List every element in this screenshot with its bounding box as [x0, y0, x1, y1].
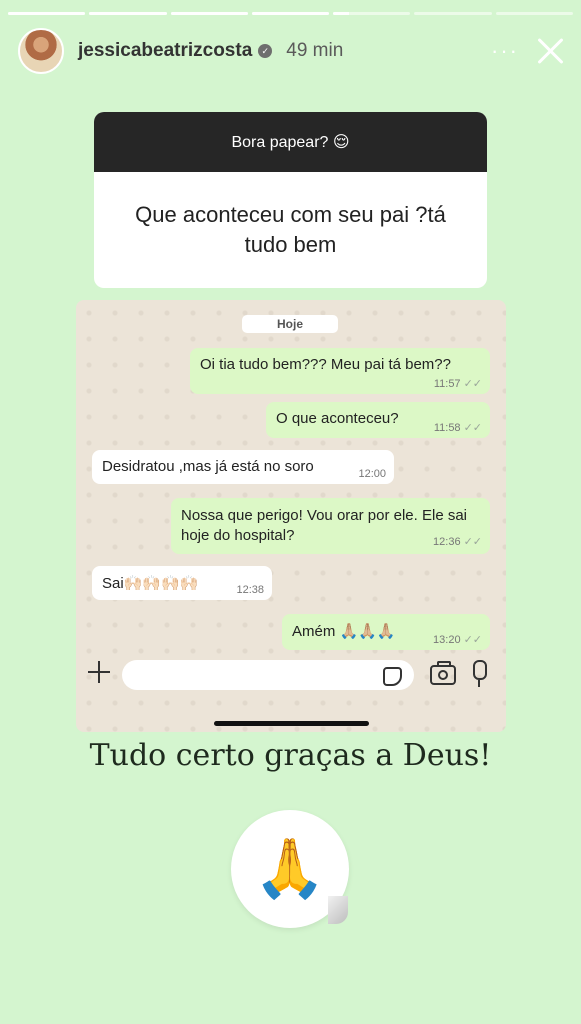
question-sticker: Bora papear? 😌 Que aconteceu com seu pai…: [94, 112, 487, 288]
story-caption: Tudo certo graças a Deus!: [89, 738, 492, 773]
question-text: Que aconteceu com seu pai ?tá tudo bem: [135, 202, 446, 257]
sticker-curl: [328, 896, 348, 924]
chat-message: O que aconteceu? 11:58 ✓✓: [266, 402, 490, 438]
message-time: 12:36: [433, 536, 461, 549]
message-input[interactable]: [122, 660, 414, 690]
more-options-icon[interactable]: ···: [477, 38, 533, 64]
home-indicator: [214, 721, 369, 726]
progress-segment: [89, 12, 167, 15]
message-text: Desidratou ,mas já está no soro: [102, 458, 314, 475]
post-time: 49 min: [286, 40, 344, 61]
chat-message: Desidratou ,mas já está no soro 12:00: [92, 450, 394, 484]
progress-segment: [8, 12, 86, 15]
close-icon[interactable]: [533, 34, 567, 68]
question-title: Bora papear? 😌: [94, 112, 487, 172]
message-text: Sai🙌🏻🙌🏻🙌🏻🙌🏻: [102, 575, 199, 592]
message-time: 13:20: [433, 633, 461, 646]
message-text: Nossa que perigo! Vou orar por ele. Ele …: [181, 507, 468, 545]
read-ticks-icon: ✓✓: [463, 634, 482, 646]
message-time: 11:57: [433, 377, 461, 390]
progress-segment: [495, 12, 573, 15]
message-time: 12:38: [236, 584, 264, 596]
microphone-icon[interactable]: [473, 660, 487, 687]
plus-icon[interactable]: [88, 661, 110, 683]
chat-message: Sai🙌🏻🙌🏻🙌🏻🙌🏻 12:38: [92, 566, 272, 600]
avatar[interactable]: [18, 28, 64, 74]
message-time: 12:00: [358, 468, 386, 480]
progress-segment: [251, 12, 330, 15]
day-label: Hoje: [242, 315, 338, 333]
read-ticks-icon: ✓✓: [463, 378, 482, 390]
read-ticks-icon: ✓✓: [463, 422, 482, 434]
message-text: Oi tia tudo bem??? Meu pai tá bem??: [200, 356, 451, 373]
chat-message: Amém 🙏🏼🙏🏼🙏🏼 13:20 ✓✓: [282, 614, 490, 650]
chat-message: Nossa que perigo! Vou orar por ele. Ele …: [171, 498, 490, 554]
verified-badge-icon: ✓: [258, 44, 273, 58]
progress-segment: [170, 12, 248, 15]
message-time: 11:58: [433, 421, 461, 434]
whatsapp-screenshot: Hoje Oi tia tudo bem??? Meu pai tá bem??…: [76, 300, 506, 732]
story-progress-bar: [8, 12, 573, 15]
message-text: O que aconteceu?: [276, 410, 399, 427]
progress-segment: [333, 12, 411, 15]
message-text: Amém 🙏🏼🙏🏼🙏🏼: [292, 623, 396, 640]
chat-input-bar: [76, 655, 506, 703]
chat-message: Oi tia tudo bem??? Meu pai tá bem?? 11:5…: [190, 348, 490, 394]
sticker-icon[interactable]: [383, 667, 402, 686]
praying-hands-icon: 🙏: [253, 836, 327, 901]
read-ticks-icon: ✓✓: [463, 536, 482, 549]
camera-icon[interactable]: [430, 661, 456, 685]
progress-segment: [414, 12, 492, 15]
username[interactable]: jessicabeatrizcosta: [78, 40, 252, 62]
story-header: jessicabeatrizcosta ✓ 49 min ···: [18, 26, 567, 76]
